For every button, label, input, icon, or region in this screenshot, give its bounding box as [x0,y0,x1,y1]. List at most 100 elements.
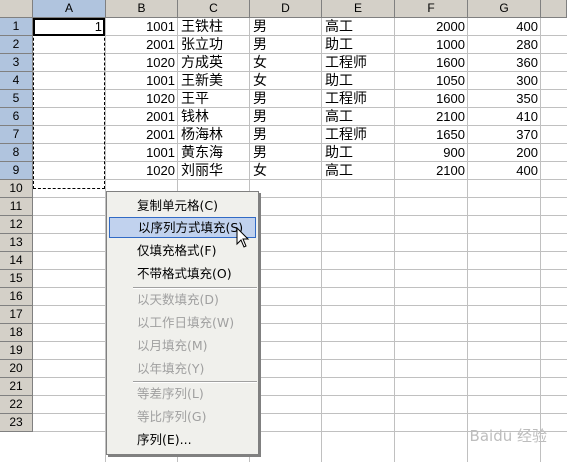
row-header[interactable]: 9 [0,162,33,180]
row-header[interactable]: 20 [0,360,33,378]
cell-c1[interactable]: 王铁柱 [178,18,250,36]
cell-b4[interactable]: 1001 [106,72,178,90]
cell-d1[interactable]: 男 [250,18,322,36]
cell-b5[interactable]: 1020 [106,90,178,108]
cell-f9[interactable]: 2100 [395,162,468,180]
row-header[interactable]: 13 [0,234,33,252]
cell-f6[interactable]: 2100 [395,108,468,126]
row-header[interactable]: 14 [0,252,33,270]
column-header-a[interactable]: A [33,0,106,18]
cell-c9[interactable]: 刘丽华 [178,162,250,180]
row-header[interactable]: 4 [0,72,33,90]
cell-f8[interactable]: 900 [395,144,468,162]
column-header-b[interactable]: B [106,0,178,18]
cell-d9[interactable]: 女 [250,162,322,180]
cell-c6[interactable]: 钱林 [178,108,250,126]
cell-g6[interactable]: 410 [468,108,541,126]
cell-f1[interactable]: 2000 [395,18,468,36]
cell-b8[interactable]: 1001 [106,144,178,162]
baidu-watermark: Baidu 经验 [469,427,547,445]
cell-b9[interactable]: 1020 [106,162,178,180]
cell-c2[interactable]: 张立功 [178,36,250,54]
row-header[interactable]: 6 [0,108,33,126]
row-header[interactable]: 2 [0,36,33,54]
cell-e5[interactable]: 工程师 [322,90,395,108]
column-header-g[interactable]: G [468,0,541,18]
cell-b2[interactable]: 2001 [106,36,178,54]
cell-g5[interactable]: 350 [468,90,541,108]
spreadsheet: A B C D E F G 1 2 3 4 5 6 7 8 9 10 11 12… [0,0,567,462]
column-header-h[interactable] [541,0,567,18]
cell-e8[interactable]: 助工 [322,144,395,162]
menu-item-fill-series[interactable]: 以序列方式填充(S) [109,217,256,238]
cell-d4[interactable]: 女 [250,72,322,90]
cell-d3[interactable]: 女 [250,54,322,72]
cell-c7[interactable]: 杨海林 [178,126,250,144]
row-header[interactable]: 19 [0,342,33,360]
cell-f4[interactable]: 1050 [395,72,468,90]
menu-item-linear-trend: 等差序列(L) [137,386,204,401]
row-header[interactable]: 15 [0,270,33,288]
cell-c4[interactable]: 王新美 [178,72,250,90]
cell-b7[interactable]: 2001 [106,126,178,144]
row-header[interactable]: 18 [0,324,33,342]
column-header-e[interactable]: E [322,0,395,18]
cell-e7[interactable]: 工程师 [322,126,395,144]
cell-b1[interactable]: 1001 [106,18,178,36]
cell-e9[interactable]: 高工 [322,162,395,180]
cell-g2[interactable]: 280 [468,36,541,54]
cell-f5[interactable]: 1600 [395,90,468,108]
cell-e2[interactable]: 助工 [322,36,395,54]
cell-g3[interactable]: 360 [468,54,541,72]
row-header[interactable]: 16 [0,288,33,306]
cell-d8[interactable]: 男 [250,144,322,162]
row-header[interactable]: 5 [0,90,33,108]
row-header[interactable]: 21 [0,378,33,396]
cell-c3[interactable]: 方成英 [178,54,250,72]
row-header[interactable]: 17 [0,306,33,324]
cell-g9[interactable]: 400 [468,162,541,180]
row-header[interactable]: 12 [0,216,33,234]
cell-g4[interactable]: 300 [468,72,541,90]
menu-item-fill-days: 以天数填充(D) [137,292,219,307]
cell-d2[interactable]: 男 [250,36,322,54]
cell-f2[interactable]: 1000 [395,36,468,54]
menu-item-fill-months: 以月填充(M) [137,338,208,353]
active-cell-border [33,18,105,36]
cell-b3[interactable]: 1020 [106,54,178,72]
select-all-corner[interactable] [0,0,33,18]
row-header[interactable]: 23 [0,414,33,432]
menu-item-series-dialog[interactable]: 序列(E)... [109,429,256,450]
row-header[interactable]: 22 [0,396,33,414]
column-header-f[interactable]: F [395,0,468,18]
cell-e1[interactable]: 高工 [322,18,395,36]
menu-item-fill-weekdays: 以工作日填充(W) [137,315,235,330]
menu-item-fill-without-formatting[interactable]: 不带格式填充(O) [109,263,256,284]
menu-item-copy-cells[interactable]: 复制单元格(C) [109,195,256,216]
row-header[interactable]: 7 [0,126,33,144]
cell-e6[interactable]: 高工 [322,108,395,126]
cell-d7[interactable]: 男 [250,126,322,144]
row-header[interactable]: 11 [0,198,33,216]
column-header-c[interactable]: C [178,0,250,18]
cell-g7[interactable]: 370 [468,126,541,144]
cell-g1[interactable]: 400 [468,18,541,36]
row-header[interactable]: 3 [0,54,33,72]
row-header[interactable]: 1 [0,18,33,36]
cell-b6[interactable]: 2001 [106,108,178,126]
menu-item-fill-years: 以年填充(Y) [137,361,205,376]
cell-f3[interactable]: 1600 [395,54,468,72]
cell-c8[interactable]: 黄东海 [178,144,250,162]
cell-e4[interactable]: 助工 [322,72,395,90]
cell-c5[interactable]: 王平 [178,90,250,108]
cell-e3[interactable]: 工程师 [322,54,395,72]
menu-item-fill-formats-only[interactable]: 仅填充格式(F) [109,240,256,261]
row-header[interactable]: 8 [0,144,33,162]
column-header-d[interactable]: D [250,0,322,18]
menu-item-growth-trend: 等比序列(G) [137,409,207,424]
cell-f7[interactable]: 1650 [395,126,468,144]
cell-d5[interactable]: 男 [250,90,322,108]
row-header[interactable]: 10 [0,180,33,198]
cell-g8[interactable]: 200 [468,144,541,162]
cell-d6[interactable]: 男 [250,108,322,126]
